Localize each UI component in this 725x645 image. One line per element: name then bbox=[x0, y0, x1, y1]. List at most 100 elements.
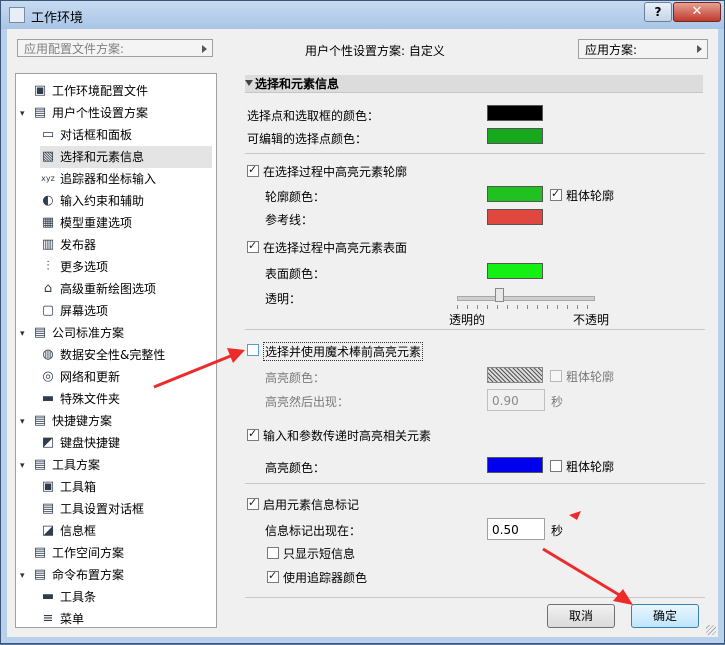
expand-toggle-icon[interactable]: ▾ bbox=[20, 565, 30, 587]
tree-item-label: 公司标准方案 bbox=[52, 326, 125, 340]
tree-item[interactable]: ▢ 屏幕选项 bbox=[40, 300, 212, 322]
tree-item[interactable]: ▤ 工具设置对话框 bbox=[40, 498, 212, 520]
tree-item[interactable]: ▣ 工作环境配置文件 bbox=[20, 80, 212, 102]
tree-item[interactable]: xyz 追踪器和坐标输入 bbox=[40, 168, 212, 190]
title-bar[interactable]: 工作环境 ? ✕ bbox=[1, 1, 724, 29]
tree-item-label: 高级重新绘图选项 bbox=[60, 282, 157, 296]
info-tag-delay-input[interactable]: 0.50 bbox=[487, 518, 545, 540]
tree-item[interactable]: ◎ 网络和更新 bbox=[40, 366, 212, 388]
settings-tree[interactable]: ▣ 工作环境配置文件 ▾ ▤ 用户个性设置方案 ▭ 对话框和面板 ▧ 选择和元素信息 xyz 追踪器… bbox=[15, 73, 217, 628]
tool-settings-icon: ▤ bbox=[41, 501, 55, 516]
param-hl-color-swatch[interactable] bbox=[487, 457, 543, 473]
tree-item-label: 工具设置对话框 bbox=[60, 502, 145, 516]
dialog-panel-icon: ▭ bbox=[41, 127, 55, 142]
company-scheme-icon: ▤ bbox=[33, 325, 47, 340]
tree-item[interactable]: ▾ ▤ 快捷键方案 bbox=[20, 410, 212, 432]
opaque-label: 不透明 bbox=[573, 313, 610, 327]
tree-item-label: 键盘快捷键 bbox=[60, 436, 121, 450]
tree-item[interactable]: ≡ 菜单 bbox=[40, 608, 212, 630]
settings-panel: 选择和元素信息 选择点和选取框的颜色： 可编辑的选择点颜色： 在选择过程中高亮元… bbox=[237, 73, 709, 633]
magic-wand-checkbox[interactable] bbox=[247, 344, 259, 356]
divider bbox=[245, 597, 705, 598]
tree-item[interactable]: ▬ 工具条 bbox=[40, 586, 212, 608]
tree-item-label: 数据安全性&完整性 bbox=[60, 348, 166, 362]
sel-point-color-swatch[interactable] bbox=[487, 105, 543, 121]
bold-outline-checkbox[interactable] bbox=[550, 187, 562, 201]
surface-color-swatch[interactable] bbox=[487, 263, 543, 279]
work-environment-dialog: 工作环境 ? ✕ 应用配置文件方案: 用户个性设置方案: 自定义 应用方案: ▣… bbox=[0, 0, 725, 644]
expand-toggle-icon[interactable]: ▾ bbox=[20, 323, 30, 345]
section-title: 选择和元素信息 bbox=[255, 77, 340, 91]
tree-item[interactable]: ⫶ 更多选项 bbox=[40, 256, 212, 278]
chevron-right-icon bbox=[202, 45, 207, 53]
command-scheme-icon: ▤ bbox=[33, 567, 47, 582]
tree-item-label: 追踪器和坐标输入 bbox=[60, 172, 157, 186]
apply-scheme-dropdown[interactable]: 应用方案: bbox=[578, 39, 708, 59]
user-scheme-status: 用户个性设置方案: 自定义 bbox=[305, 44, 445, 58]
tree-item[interactable]: ▥ 发布器 bbox=[40, 234, 212, 256]
outline-color-label: 轮廓颜色： bbox=[265, 190, 326, 204]
tree-item[interactable]: ◍ 数据安全性&完整性 bbox=[40, 344, 212, 366]
expand-toggle-icon[interactable]: ▾ bbox=[20, 411, 30, 433]
tree-item[interactable]: ▾ ▤ 用户个性设置方案 bbox=[20, 102, 212, 124]
hl-surface-checkbox[interactable] bbox=[247, 239, 259, 253]
tree-item[interactable]: ⌂ 高级重新绘图选项 bbox=[40, 278, 212, 300]
bold-outline-label-3: 粗体轮廓 bbox=[566, 460, 615, 474]
tree-item-label: 特殊文件夹 bbox=[60, 392, 121, 406]
tree-item[interactable]: ◩ 键盘快捷键 bbox=[40, 432, 212, 454]
tree-item[interactable]: ▾ ▤ 命令布置方案 bbox=[20, 564, 212, 586]
tree-item-label: 信息框 bbox=[60, 524, 97, 538]
tree-item-label: 命令布置方案 bbox=[52, 568, 125, 582]
screen-icon: ▢ bbox=[41, 303, 55, 318]
info-tag-label: 启用元素信息标记 bbox=[263, 498, 360, 512]
info-tag-checkbox[interactable] bbox=[247, 496, 259, 510]
short-info-checkbox[interactable] bbox=[267, 547, 279, 559]
expand-toggle-icon[interactable]: ▾ bbox=[20, 103, 30, 125]
close-button[interactable]: ✕ bbox=[673, 2, 721, 22]
short-info-label: 只显示短信息 bbox=[283, 547, 356, 561]
profile-scheme-dropdown[interactable]: 应用配置文件方案: bbox=[17, 39, 213, 57]
outline-color-swatch[interactable] bbox=[487, 186, 543, 202]
user-scheme-icon: ▤ bbox=[33, 105, 47, 120]
tree-item[interactable]: ▣ 工具箱 bbox=[40, 476, 212, 498]
tree-item[interactable]: ◪ 信息框 bbox=[40, 520, 212, 542]
shortcut-scheme-icon: ▤ bbox=[33, 413, 47, 428]
help-button[interactable]: ? bbox=[644, 2, 672, 22]
tree-item[interactable]: ◐ 输入约束和辅助 bbox=[40, 190, 212, 212]
tree-item[interactable]: ▤ 工作空间方案 bbox=[20, 542, 212, 564]
slider-ticks bbox=[457, 305, 595, 309]
transparent-label: 透明的 bbox=[449, 313, 486, 327]
tree-item[interactable]: ▭ 对话框和面板 bbox=[40, 124, 212, 146]
bold-outline-checkbox-3[interactable] bbox=[550, 460, 562, 472]
tree-item-label: 用户个性设置方案 bbox=[52, 106, 149, 120]
tree-item-label: 菜单 bbox=[60, 612, 85, 626]
divider bbox=[245, 153, 705, 154]
hl-color-label: 高亮颜色： bbox=[265, 371, 326, 385]
param-hl-checkbox[interactable] bbox=[247, 427, 259, 441]
edit-point-color-label: 可编辑的选择点颜色： bbox=[247, 132, 368, 146]
transparency-slider-thumb[interactable] bbox=[494, 288, 504, 302]
hl-outline-checkbox[interactable] bbox=[247, 163, 259, 177]
tree-item[interactable]: ▦ 模型重建选项 bbox=[40, 212, 212, 234]
hl-surface-label: 在选择过程中高亮元素表面 bbox=[263, 241, 408, 255]
tree-item[interactable]: ▾ ▤ 公司标准方案 bbox=[20, 322, 212, 344]
tree-item[interactable]: ▾ ▤ 工具方案 bbox=[20, 454, 212, 476]
redraw-icon: ⌂ bbox=[43, 281, 53, 296]
tree-item-label: 发布器 bbox=[60, 238, 97, 252]
tree-item[interactable]: ▧ 选择和元素信息 bbox=[40, 146, 212, 168]
transparency-slider-track[interactable] bbox=[457, 296, 595, 301]
section-header[interactable]: 选择和元素信息 bbox=[245, 75, 703, 93]
tree-item[interactable]: ▬ 特殊文件夹 bbox=[40, 388, 212, 410]
reference-line-color-swatch[interactable] bbox=[487, 209, 543, 225]
workspace-icon: ▤ bbox=[33, 545, 47, 560]
expand-toggle-icon[interactable]: ▾ bbox=[20, 455, 30, 477]
ok-button[interactable]: 确定 bbox=[631, 604, 699, 628]
resize-grip[interactable] bbox=[706, 625, 716, 635]
model-icon: ▦ bbox=[41, 215, 55, 230]
folder-icon: ▬ bbox=[41, 391, 55, 406]
tracker-color-checkbox[interactable] bbox=[267, 569, 279, 583]
profile-icon: ▣ bbox=[33, 83, 47, 98]
tree-item-label: 选择和元素信息 bbox=[60, 150, 145, 164]
edit-point-color-swatch[interactable] bbox=[487, 128, 543, 144]
cancel-button[interactable]: 取消 bbox=[547, 604, 615, 628]
